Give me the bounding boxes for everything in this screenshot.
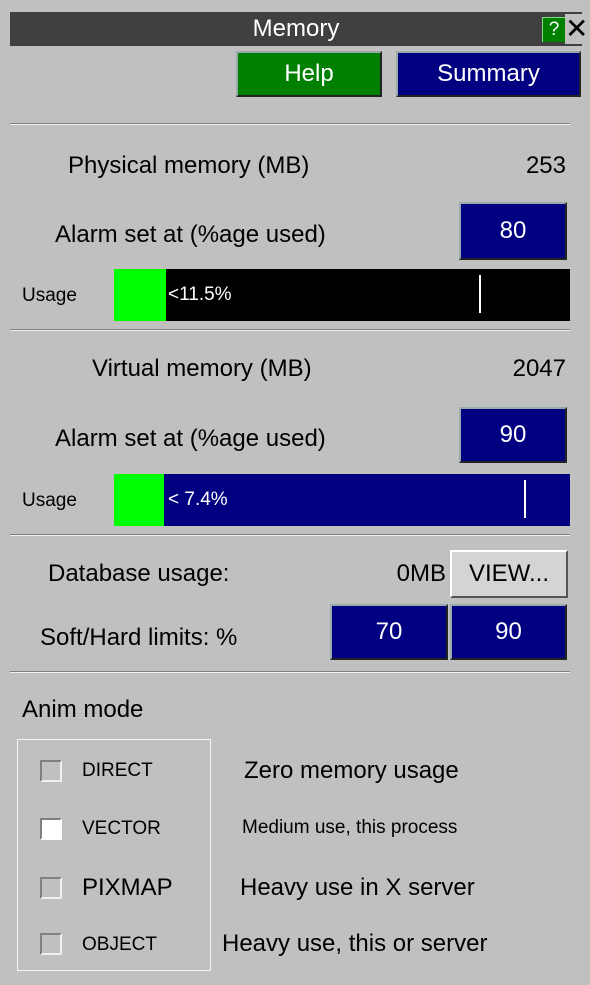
direct-label[interactable]: DIRECT	[82, 760, 153, 782]
virtual-usage-percent: < 7.4%	[168, 489, 228, 510]
virtual-memory-label: Virtual memory (MB)	[92, 355, 312, 382]
database-usage-value: 0MB	[396, 560, 446, 587]
virtual-usage-label: Usage	[22, 490, 77, 511]
object-description: Heavy use, this or server	[222, 930, 488, 957]
view-button[interactable]: VIEW...	[450, 550, 568, 598]
divider	[10, 123, 570, 125]
window-title: Memory	[252, 15, 340, 42]
direct-description: Zero memory usage	[244, 757, 459, 784]
virtual-alarm-label: Alarm set at (%age used)	[55, 425, 326, 452]
summary-button[interactable]: Summary	[396, 51, 581, 97]
physical-memory-value: 253	[525, 152, 566, 179]
physical-usage-label: Usage	[22, 285, 77, 306]
pixmap-radio[interactable]	[40, 877, 62, 899]
virtual-memory-value: 2047	[512, 355, 566, 382]
physical-usage-fill	[114, 269, 166, 321]
close-icon[interactable]: ✕	[565, 14, 588, 44]
anim-mode-heading: Anim mode	[22, 696, 144, 723]
divider	[10, 329, 570, 331]
memory-window: Memory ? ✕ Help Summary Physical memory …	[10, 12, 588, 976]
pixmap-label[interactable]: PIXMAP	[82, 874, 173, 902]
divider	[10, 534, 570, 536]
object-label[interactable]: OBJECT	[82, 934, 157, 956]
physical-alarm-marker	[479, 275, 481, 313]
divider	[10, 671, 570, 673]
vector-radio[interactable]	[40, 818, 62, 840]
physical-memory-label: Physical memory (MB)	[68, 152, 310, 179]
help-button[interactable]: Help	[236, 51, 382, 97]
physical-usage-bar: <11.5%	[114, 269, 570, 321]
title-bar[interactable]: Memory ? ✕	[10, 12, 588, 46]
physical-usage-percent: <11.5%	[168, 284, 232, 305]
database-usage-label: Database usage:	[48, 560, 230, 587]
hard-limit-input[interactable]: 90	[450, 604, 567, 660]
virtual-usage-fill	[114, 474, 164, 526]
question-mark-icon[interactable]: ?	[542, 17, 565, 42]
soft-limit-input[interactable]: 70	[330, 604, 448, 660]
pixmap-description: Heavy use in X server	[240, 874, 475, 901]
vector-description: Medium use, this process	[242, 817, 458, 838]
vector-label[interactable]: VECTOR	[82, 818, 161, 840]
object-radio[interactable]	[40, 933, 62, 955]
physical-alarm-input[interactable]: 80	[459, 202, 567, 260]
direct-radio[interactable]	[40, 760, 62, 782]
soft-hard-limits-label: Soft/Hard limits: %	[40, 624, 238, 651]
physical-alarm-label: Alarm set at (%age used)	[55, 221, 326, 248]
virtual-usage-bar: < 7.4%	[114, 474, 570, 526]
virtual-alarm-input[interactable]: 90	[459, 407, 567, 463]
virtual-alarm-marker	[524, 480, 526, 518]
